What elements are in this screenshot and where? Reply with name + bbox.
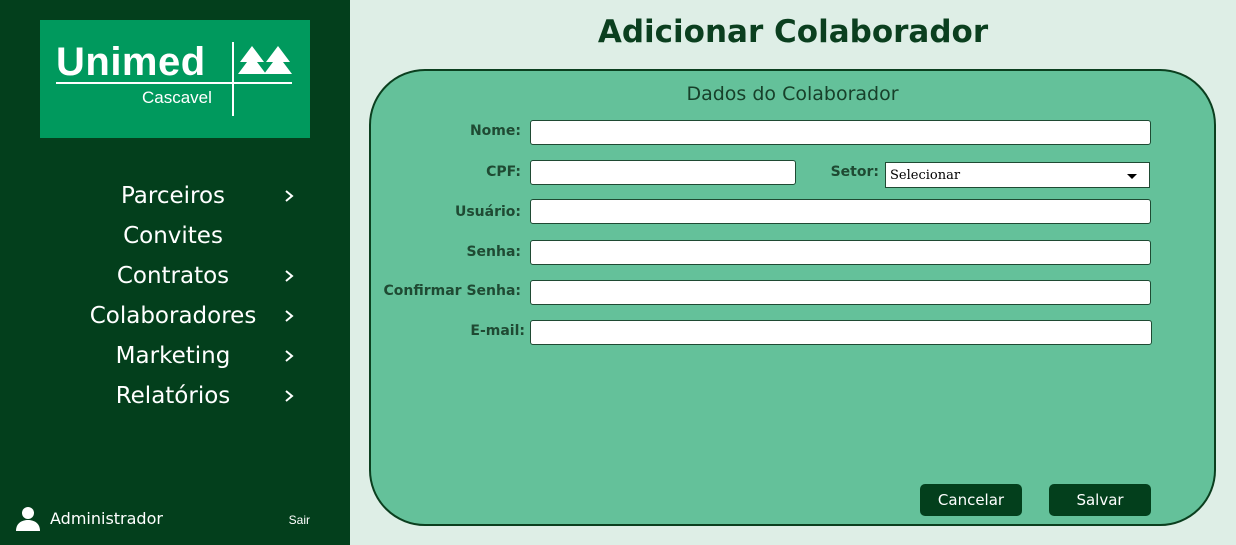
logo-city: Cascavel <box>142 88 212 107</box>
logo-divider <box>232 42 234 116</box>
user-profile: Administrador Sair <box>14 503 336 533</box>
confirmar-senha-input[interactable] <box>530 280 1151 305</box>
sidebar-item-label: Colaboradores <box>89 303 257 329</box>
sidebar-item-label: Relatórios <box>115 383 231 409</box>
email-input[interactable] <box>530 320 1152 345</box>
sidebar-item-parceiros[interactable]: Parceiros <box>0 176 350 216</box>
setor-selected-value: Selecionar <box>890 167 961 183</box>
cpf-label: CPF: <box>486 164 521 180</box>
tree-logo-icon <box>238 46 292 74</box>
logo-wordmark: Unimed <box>56 40 206 84</box>
confirmar-senha-label: Confirmar Senha: <box>383 283 521 299</box>
sidebar-item-label: Convites <box>123 223 223 249</box>
chevron-right-icon <box>285 350 294 362</box>
user-icon <box>16 507 40 531</box>
sidebar-item-label: Contratos <box>116 263 230 289</box>
email-label: E-mail: <box>470 323 525 339</box>
usuario-label: Usuário: <box>454 204 521 220</box>
chevron-right-icon <box>285 390 294 402</box>
sidebar-item-convites[interactable]: Convites <box>0 216 350 256</box>
sidebar-item-label: Parceiros <box>120 183 226 209</box>
sidebar: Unimed Cascavel Parceiros Convites Contr… <box>0 0 350 545</box>
nome-label: Nome: <box>469 123 521 139</box>
chevron-right-icon <box>285 270 294 282</box>
page-title: Adicionar Colaborador <box>597 14 989 50</box>
cancel-button[interactable]: Cancelar <box>920 484 1022 516</box>
usuario-input[interactable] <box>530 199 1151 224</box>
sidebar-item-contratos[interactable]: Contratos <box>0 256 350 296</box>
chevron-right-icon <box>285 190 294 202</box>
setor-select[interactable]: Selecionar <box>885 162 1150 188</box>
logout-link[interactable]: Sair <box>289 513 310 527</box>
form-title: Dados do Colaborador <box>686 83 899 105</box>
sidebar-item-label: Marketing <box>115 343 231 369</box>
senha-input[interactable] <box>530 240 1151 265</box>
chevron-right-icon <box>285 310 294 322</box>
sidebar-item-relatorios[interactable]: Relatórios <box>0 376 350 416</box>
senha-label: Senha: <box>466 244 521 260</box>
user-name: Administrador <box>50 508 163 528</box>
nome-input[interactable] <box>530 120 1151 145</box>
sidebar-nav: Parceiros Convites Contratos Colaborador… <box>0 176 350 416</box>
setor-label: Setor: <box>830 164 879 180</box>
sidebar-item-colaboradores[interactable]: Colaboradores <box>0 296 350 336</box>
save-button[interactable]: Salvar <box>1049 484 1151 516</box>
caret-down-icon <box>1127 174 1137 179</box>
sidebar-item-marketing[interactable]: Marketing <box>0 336 350 376</box>
logo-rule <box>56 82 292 84</box>
unimed-logo[interactable]: Unimed Cascavel <box>40 20 310 138</box>
